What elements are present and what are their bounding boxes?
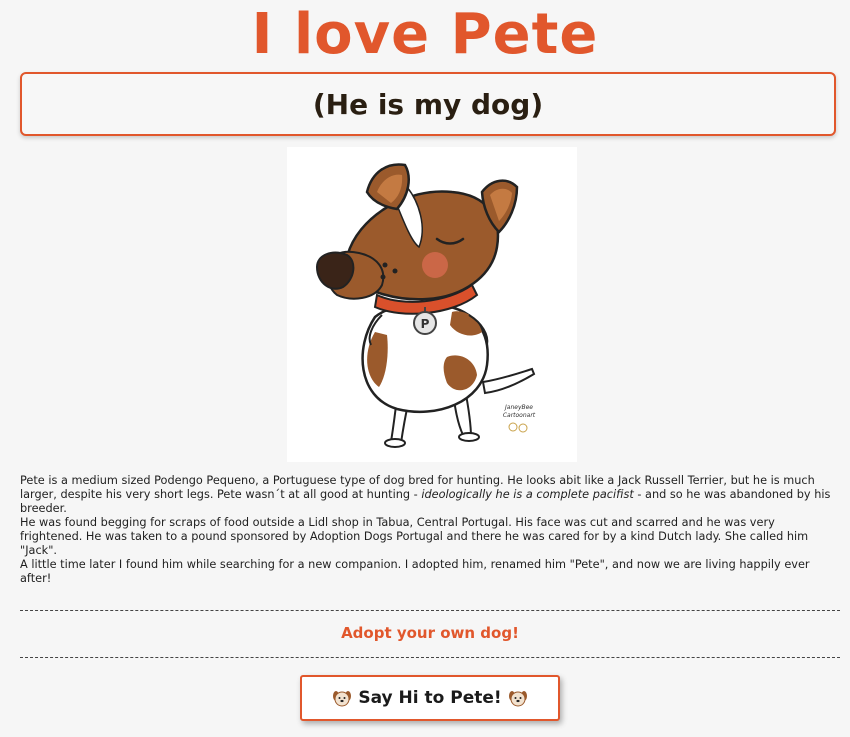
dog-face-icon — [332, 688, 352, 708]
say-hi-label: Say Hi to Pete! — [358, 688, 502, 708]
page-title: I love Pete — [251, 2, 599, 67]
story-emphasis: ideologically he is a complete pacifist — [421, 488, 634, 501]
page-subtitle: (He is my dog) — [312, 87, 544, 121]
story-paragraph-3: A little time later I found him while se… — [20, 558, 810, 585]
dog-face-icon — [508, 688, 528, 708]
story-paragraph-1: Pete is a medium sized Podengo Pequeno, … — [20, 474, 835, 516]
page: I love Pete (He is my dog) P JaneyBee Ca… — [0, 0, 850, 737]
divider-bottom — [20, 657, 840, 658]
tag-letter: P — [421, 317, 430, 331]
cartoon-dog-icon: P JaneyBee Cartoonart — [315, 163, 536, 448]
subtitle-box: (He is my dog) — [20, 72, 836, 136]
adopt-dog-link[interactable]: Adopt your own dog! — [0, 624, 850, 642]
story-paragraph-2: He was found begging for scraps of food … — [20, 516, 809, 557]
story-text: Pete is a medium sized Podengo Pequeno, … — [20, 474, 835, 586]
dog-illustration: P JaneyBee Cartoonart — [287, 147, 577, 462]
divider-top — [20, 610, 840, 611]
svg-text:JaneyBee: JaneyBee — [504, 404, 533, 411]
svg-text:Cartoonart: Cartoonart — [503, 412, 536, 419]
say-hi-button[interactable]: Say Hi to Pete! — [300, 675, 560, 721]
